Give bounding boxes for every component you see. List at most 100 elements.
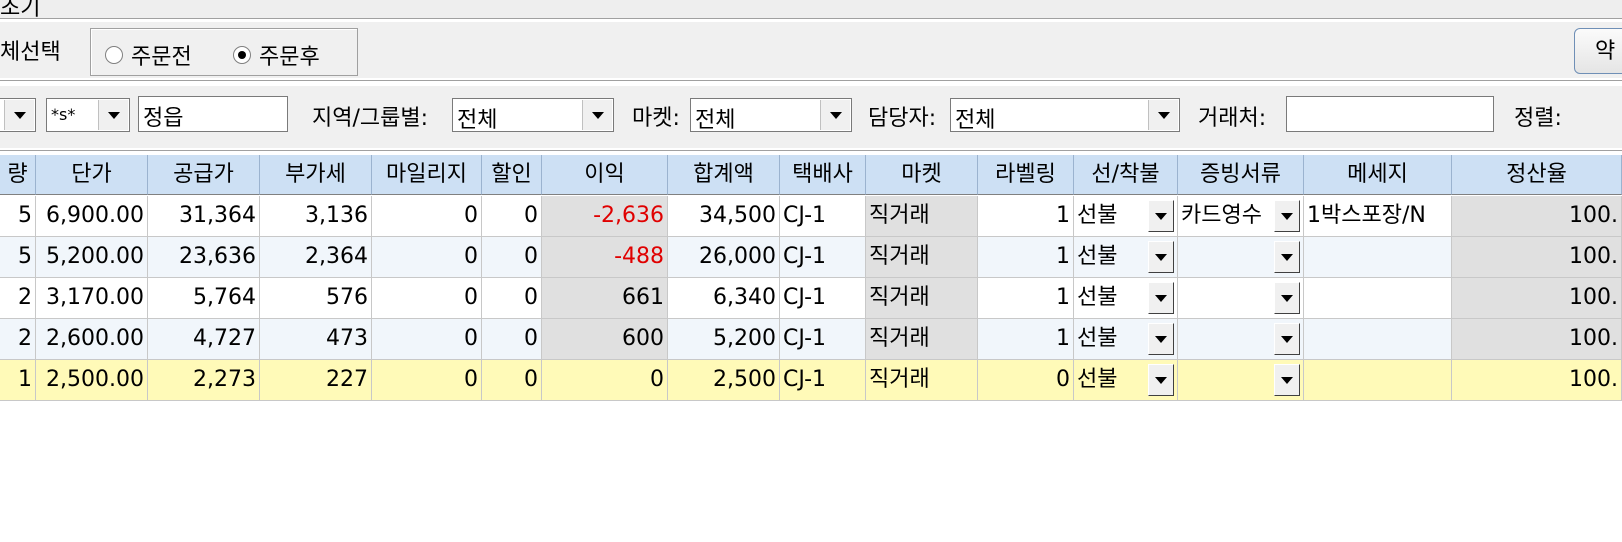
cell-price[interactable]: 3,170.00 — [36, 278, 148, 319]
header-discount[interactable]: 할인 — [482, 155, 542, 195]
cell-supply[interactable]: 5,764 — [148, 278, 260, 319]
cell-vat[interactable]: 227 — [260, 360, 372, 401]
header-profit[interactable]: 이익 — [542, 155, 668, 195]
chevron-down-icon[interactable] — [1148, 282, 1174, 314]
header-supply[interactable]: 공급가 — [148, 155, 260, 195]
chevron-down-icon[interactable] — [1274, 282, 1300, 314]
radio-circle-selected[interactable] — [233, 46, 251, 64]
cell-doc[interactable] — [1178, 278, 1304, 319]
cell-supply[interactable]: 31,364 — [148, 196, 260, 237]
cell-qty[interactable]: 5 — [0, 196, 36, 237]
cell-courier[interactable]: CJ-1 — [780, 319, 866, 360]
header-message[interactable]: 메세지 — [1304, 155, 1452, 195]
chevron-down-icon[interactable] — [1148, 100, 1178, 130]
region-select[interactable]: 전체 — [452, 98, 614, 133]
cell-vat[interactable]: 2,364 — [260, 237, 372, 278]
cell-price[interactable]: 2,500.00 — [36, 360, 148, 401]
header-document[interactable]: 증빙서류 — [1178, 155, 1304, 195]
radio-circle[interactable] — [105, 46, 123, 64]
cell-profit[interactable]: 661 — [542, 278, 668, 319]
chevron-down-icon[interactable] — [1148, 364, 1174, 396]
header-rate[interactable]: 정산율 — [1452, 155, 1622, 195]
chevron-down-icon[interactable] — [4, 100, 34, 130]
cell-courier[interactable]: CJ-1 — [780, 278, 866, 319]
cell-pay[interactable]: 선불 — [1074, 196, 1178, 237]
cell-profit[interactable]: -488 — [542, 237, 668, 278]
cell-pay[interactable]: 선불 — [1074, 237, 1178, 278]
cell-msg[interactable]: 1박스포장/N — [1304, 196, 1452, 237]
header-total[interactable]: 합계액 — [668, 155, 780, 195]
table-row[interactable]: 2 3,170.00 5,764 576 0 0 661 6,340 CJ-1 직거래 1 선불 100… — [0, 278, 1622, 319]
cell-market[interactable]: 직거래 — [866, 237, 978, 278]
cell-market[interactable]: 직거래 — [866, 360, 978, 401]
cell-rate[interactable]: 100. — [1452, 319, 1622, 360]
cell-market[interactable]: 직거래 — [866, 278, 978, 319]
first-combo[interactable] — [0, 98, 36, 132]
cell-price[interactable]: 6,900.00 — [36, 196, 148, 237]
cell-profit[interactable]: 0 — [542, 360, 668, 401]
cell-mileage[interactable]: 0 — [372, 237, 482, 278]
header-courier[interactable]: 택배사 — [780, 155, 866, 195]
market-select[interactable]: 전체 — [690, 98, 852, 133]
cell-doc[interactable] — [1178, 237, 1304, 278]
cell-pay[interactable]: 선불 — [1074, 319, 1178, 360]
cell-pay[interactable]: 선불 — [1074, 278, 1178, 319]
chevron-down-icon[interactable] — [582, 100, 612, 130]
cell-mileage[interactable]: 0 — [372, 278, 482, 319]
cell-mileage[interactable]: 0 — [372, 319, 482, 360]
cell-total[interactable]: 5,200 — [668, 319, 780, 360]
cell-total[interactable]: 2,500 — [668, 360, 780, 401]
name-input[interactable]: 정읍 — [138, 96, 288, 132]
cell-rate[interactable]: 100. — [1452, 360, 1622, 401]
cell-mileage[interactable]: 0 — [372, 360, 482, 401]
header-vat[interactable]: 부가세 — [260, 155, 372, 195]
cell-pay[interactable]: 선불 — [1074, 360, 1178, 401]
chevron-down-icon[interactable] — [1274, 200, 1300, 232]
cell-supply[interactable]: 23,636 — [148, 237, 260, 278]
header-price[interactable]: 단가 — [36, 155, 148, 195]
cell-mileage[interactable]: 0 — [372, 196, 482, 237]
chevron-down-icon[interactable] — [1148, 200, 1174, 232]
cell-discount[interactable]: 0 — [482, 237, 542, 278]
cell-rate[interactable]: 100. — [1452, 278, 1622, 319]
cell-price[interactable]: 5,200.00 — [36, 237, 148, 278]
cell-discount[interactable]: 0 — [482, 319, 542, 360]
cell-supply[interactable]: 2,273 — [148, 360, 260, 401]
cell-price[interactable]: 2,600.00 — [36, 319, 148, 360]
cell-vat[interactable]: 3,136 — [260, 196, 372, 237]
manager-select[interactable]: 전체 — [950, 98, 1180, 133]
pattern-combo[interactable]: *s* — [46, 98, 130, 132]
cell-label[interactable]: 0 — [978, 360, 1074, 401]
cell-doc[interactable] — [1178, 319, 1304, 360]
cell-profit[interactable]: 600 — [542, 319, 668, 360]
chevron-down-icon[interactable] — [1148, 241, 1174, 273]
cell-qty[interactable]: 5 — [0, 237, 36, 278]
table-row[interactable]: 1 2,500.00 2,273 227 0 0 0 2,500 CJ-1 직거래 0 선불 100. — [0, 360, 1622, 401]
header-labeling[interactable]: 라벨링 — [978, 155, 1074, 195]
cell-discount[interactable]: 0 — [482, 360, 542, 401]
cell-courier[interactable]: CJ-1 — [780, 360, 866, 401]
table-row[interactable]: 5 5,200.00 23,636 2,364 0 0 -488 26,000 CJ-1 직거래 1… — [0, 237, 1622, 278]
cell-rate[interactable]: 100. — [1452, 237, 1622, 278]
chevron-down-icon[interactable] — [98, 100, 128, 130]
radio-before-order[interactable]: 주문전 — [105, 39, 192, 71]
cell-vat[interactable]: 473 — [260, 319, 372, 360]
table-row[interactable]: 5 6,900.00 31,364 3,136 0 0 -2,636 34,500 CJ-1 직거… — [0, 196, 1622, 237]
client-input[interactable] — [1286, 96, 1494, 132]
cell-qty[interactable]: 2 — [0, 319, 36, 360]
cell-courier[interactable]: CJ-1 — [780, 196, 866, 237]
header-mileage[interactable]: 마일리지 — [372, 155, 482, 195]
radio-after-order[interactable]: 주문후 — [233, 39, 320, 71]
cell-total[interactable]: 6,340 — [668, 278, 780, 319]
cell-market[interactable]: 직거래 — [866, 196, 978, 237]
cell-qty[interactable]: 2 — [0, 278, 36, 319]
chevron-down-icon[interactable] — [1274, 323, 1300, 355]
cell-label[interactable]: 1 — [978, 237, 1074, 278]
chevron-down-icon[interactable] — [820, 100, 850, 130]
cell-total[interactable]: 26,000 — [668, 237, 780, 278]
top-right-button[interactable]: 약 — [1574, 28, 1622, 74]
chevron-down-icon[interactable] — [1148, 323, 1174, 355]
cell-supply[interactable]: 4,727 — [148, 319, 260, 360]
cell-discount[interactable]: 0 — [482, 196, 542, 237]
cell-profit[interactable]: -2,636 — [542, 196, 668, 237]
